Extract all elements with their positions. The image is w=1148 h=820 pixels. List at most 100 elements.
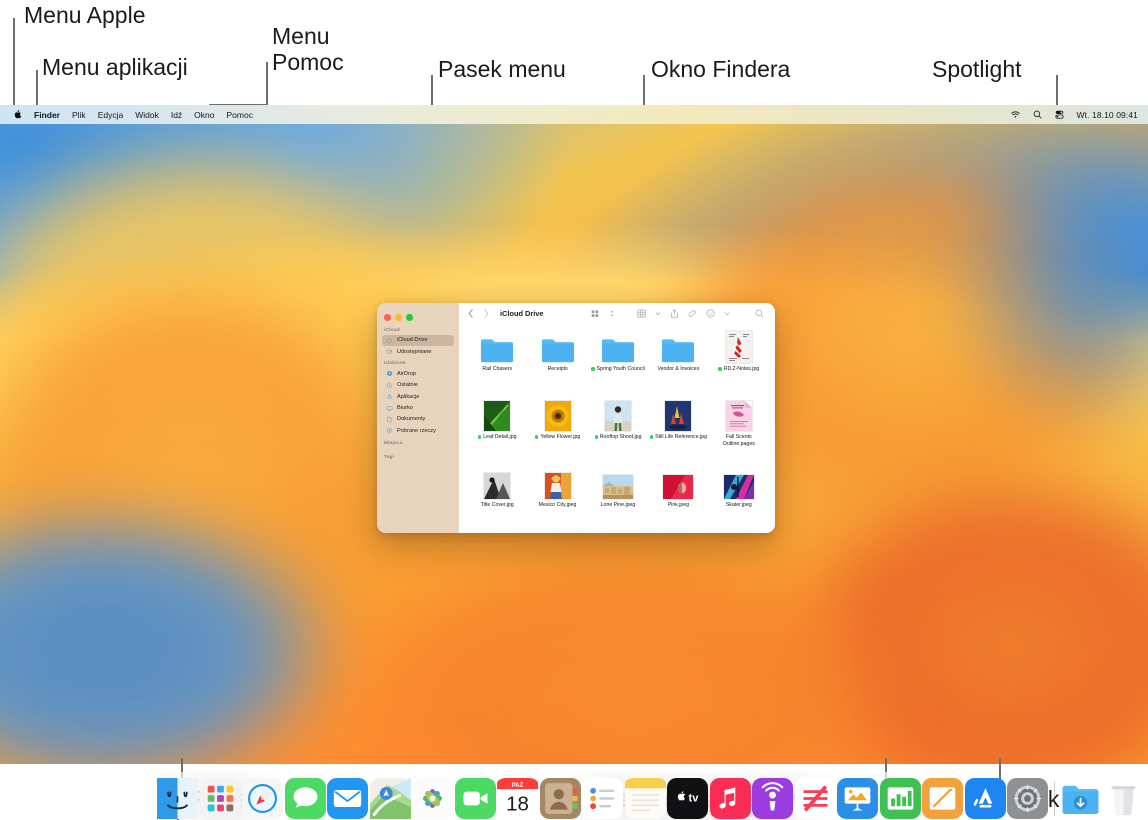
dock-item-notes[interactable] [625, 778, 666, 819]
menu-item-okno[interactable]: Okno [194, 110, 214, 120]
file-item[interactable]: Rooftop Shoot.jpg [589, 397, 647, 465]
dock-item-mail[interactable] [327, 778, 368, 819]
dock-item-music[interactable] [710, 778, 751, 819]
sidebar-item-ostatnie[interactable]: Ostatnie [382, 380, 454, 391]
sidebar-label: Aplikacje [397, 394, 419, 400]
menu-item-plik[interactable]: Plik [72, 110, 86, 120]
image-thumbnail [541, 465, 575, 499]
dock-item-facetime[interactable] [455, 778, 496, 819]
menu-bar[interactable]: Finder Plik Edycja Widok Idź Okno Pomoc [0, 105, 1148, 124]
menu-item-idz[interactable]: Idź [171, 110, 182, 120]
back-chevron-icon[interactable] [467, 308, 475, 319]
control-center-icon[interactable] [1054, 109, 1065, 120]
icloud-icon [386, 337, 393, 344]
dock-item-appletv[interactable]: tv [667, 778, 708, 819]
dock-item-appstore[interactable] [965, 778, 1006, 819]
minimize-button[interactable] [395, 314, 402, 321]
tag-icon[interactable] [687, 308, 698, 319]
wifi-icon[interactable] [1010, 109, 1021, 120]
sidebar-label: iCloud Drive [397, 337, 427, 343]
finder-path-title: iCloud Drive [500, 309, 544, 318]
more-actions-icon[interactable] [705, 308, 716, 319]
file-item[interactable]: Yellow Flower.jpg [528, 397, 586, 465]
leader-menu-apple [13, 18, 15, 105]
dock-item-finder[interactable] [157, 778, 198, 819]
sidebar-item-aplikacje[interactable]: Aplikacje [382, 391, 454, 402]
file-item[interactable]: Receipts [528, 329, 586, 397]
file-item[interactable]: Mexico City.jpeg [528, 465, 586, 533]
file-label: Mexico City.jpeg [539, 502, 577, 509]
sidebar-item-biurko[interactable]: Biurko [382, 402, 454, 413]
file-item[interactable]: Rail Chasers [468, 329, 526, 397]
dock-item-safari[interactable] [242, 778, 283, 819]
file-item[interactable]: Lone Pine.jpeg [589, 465, 647, 533]
spotlight-search-icon[interactable] [1032, 109, 1043, 120]
file-item[interactable]: Spring Youth Council [589, 329, 647, 397]
screenshot-root: Menu Apple Menu aplikacji Menu Pomoc Pas… [0, 0, 1148, 820]
dock[interactable]: PAŹ 18 [149, 772, 999, 820]
dock-item-photos[interactable] [412, 778, 453, 819]
image-thumbnail [541, 397, 575, 431]
dock-item-calendar[interactable]: PAŹ 18 [497, 778, 538, 819]
icloud-status-dot [718, 367, 721, 370]
sidebar-item-airdrop[interactable]: AirDrop [382, 368, 454, 379]
menu-item-finder[interactable]: Finder [34, 110, 60, 120]
dock-item-messages[interactable] [285, 778, 326, 819]
more-actions-chevron-icon[interactable] [723, 308, 731, 319]
group-by-chevron-icon[interactable] [654, 308, 662, 319]
dock-item-news[interactable] [795, 778, 836, 819]
sidebar-item-udostepniane[interactable]: Udostępniane [382, 346, 454, 357]
image-thumbnail [661, 465, 695, 499]
leader-menu-aplikacji [36, 70, 38, 105]
view-stepper-icon[interactable] [608, 308, 616, 319]
file-label: Still Life Reference.jpg [650, 434, 707, 441]
forward-chevron-icon[interactable] [482, 308, 490, 319]
file-item[interactable]: Leaf Detail.jpg [468, 397, 526, 465]
menu-item-widok[interactable]: Widok [135, 110, 159, 120]
close-button[interactable] [384, 314, 391, 321]
file-item[interactable]: Title Cover.jpg [468, 465, 526, 533]
image-thumbnail [601, 397, 635, 431]
sidebar-item-icloud-drive[interactable]: iCloud Drive [382, 335, 454, 346]
dock-item-contacts[interactable] [540, 778, 581, 819]
apple-logo-icon[interactable] [12, 109, 22, 120]
dock-separator [1054, 782, 1055, 816]
file-item[interactable]: Pink.jpeg [649, 465, 707, 533]
file-item[interactable]: Vendor & Invoices [649, 329, 707, 397]
image-thumbnail [480, 465, 514, 499]
calendar-day-label: 18 [506, 792, 529, 815]
finder-window[interactable]: iCloud iCloud Drive Udostępniane Ulubion… [377, 303, 775, 533]
file-item[interactable]: RD.2-Notes.jpg [710, 329, 768, 397]
share-icon[interactable] [669, 308, 680, 319]
dock-item-numbers[interactable] [880, 778, 921, 819]
dock-item-pages[interactable] [922, 778, 963, 819]
menu-bar-clock[interactable]: Wt. 18.10 09:41 [1076, 110, 1138, 120]
dock-item-reminders[interactable] [582, 778, 623, 819]
view-options-icon[interactable] [590, 308, 601, 319]
maximize-button[interactable] [406, 314, 413, 321]
file-label: Leaf Detail.jpg [478, 434, 517, 441]
dock-item-maps[interactable] [370, 778, 411, 819]
image-thumbnail [722, 465, 756, 499]
callout-pasek-menu: Pasek menu [438, 56, 566, 82]
dock-item-keynote[interactable] [837, 778, 878, 819]
menu-item-pomoc[interactable]: Pomoc [227, 110, 253, 120]
file-item[interactable]: Still Life Reference.jpg [649, 397, 707, 465]
leader-pasek-menu [431, 75, 433, 105]
menu-item-edycja[interactable]: Edycja [98, 110, 124, 120]
sidebar-label: Biurko [397, 405, 413, 411]
dock-item-downloads-folder[interactable] [1060, 778, 1101, 819]
sidebar-section-ulubione: Ulubione [377, 357, 459, 368]
sidebar-item-dokumenty[interactable]: Dokumenty [382, 414, 454, 425]
search-icon[interactable] [754, 308, 765, 319]
file-item[interactable]: Fall Scents Outline.pages [710, 397, 768, 465]
group-by-icon[interactable] [636, 308, 647, 319]
dock-item-launchpad[interactable] [200, 778, 241, 819]
sidebar-item-pobrane-rzeczy[interactable]: Pobrane rzeczy [382, 425, 454, 436]
icloud-status-dot [595, 435, 598, 438]
dock-item-trash[interactable] [1103, 778, 1144, 819]
dock-item-podcasts[interactable] [752, 778, 793, 819]
recents-clock-icon [386, 382, 393, 389]
dock-item-system-settings[interactable] [1007, 778, 1048, 819]
file-item[interactable]: Skater.jpeg [710, 465, 768, 533]
